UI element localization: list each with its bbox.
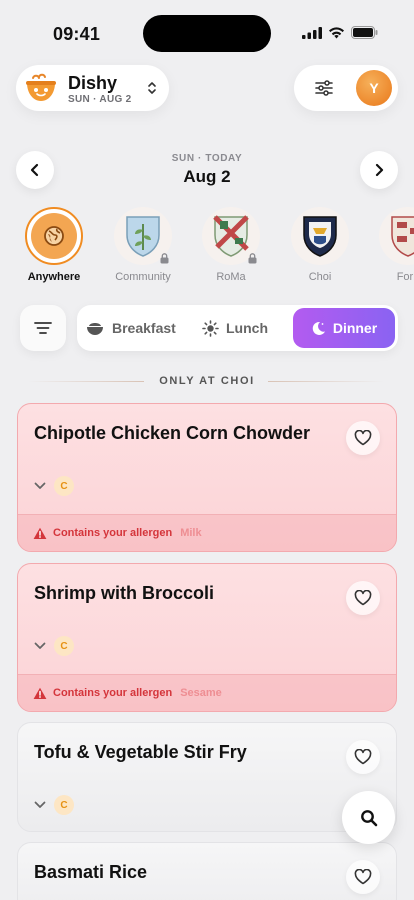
menu-lines-icon <box>34 322 52 334</box>
chevron-down-icon <box>34 482 46 489</box>
dish-card[interactable]: Shrimp with Broccoli C Contains your all… <box>17 563 397 712</box>
dish-card[interactable]: Basmati Rice <box>17 842 397 900</box>
location-label: Choi <box>308 271 332 283</box>
app-name: Dishy <box>68 73 118 93</box>
meal-tab-lunch[interactable]: Lunch <box>202 308 268 348</box>
choi-crest-icon <box>303 216 337 257</box>
meal-tab-breakfast[interactable]: Breakfast <box>85 308 176 348</box>
moon-icon <box>312 321 325 335</box>
lock-icon <box>248 253 257 264</box>
filter-button[interactable] <box>310 77 338 99</box>
cellular-signal-icon <box>302 26 322 39</box>
chevron-right-icon <box>375 163 384 177</box>
location-forbes[interactable]: Forb <box>370 207 414 283</box>
brand-date: SUN · AUG 2 <box>68 94 132 105</box>
dish-card[interactable]: Tofu & Vegetable Stir Fry C <box>17 722 397 832</box>
globe-icon <box>44 226 64 246</box>
search-button[interactable] <box>342 791 395 844</box>
location-label: Forb <box>396 271 414 283</box>
dish-card[interactable]: Chipotle Chicken Corn Chowder C Contains… <box>17 403 397 552</box>
current-date: Aug 2 <box>183 167 231 186</box>
chevron-down-icon <box>34 801 46 808</box>
meal-tab-label: Breakfast <box>112 320 176 336</box>
status-bar: 09:41 <box>0 0 414 62</box>
dynamic-island <box>143 15 271 52</box>
allergen-warning: Contains your allergen Sesame <box>18 674 396 711</box>
chevron-down-icon <box>34 642 46 649</box>
heart-icon <box>354 430 372 446</box>
wifi-icon <box>329 26 344 38</box>
allergen-name: Sesame <box>180 687 222 699</box>
warning-icon <box>33 687 47 699</box>
dish-name: Chipotle Chicken Corn Chowder <box>34 423 311 443</box>
favorite-button[interactable] <box>346 740 380 774</box>
app-switcher-button[interactable]: Dishy SUN · AUG 2 <box>16 65 169 111</box>
dish-name: Basmati Rice <box>34 862 148 882</box>
location-choi[interactable]: Choi <box>282 207 358 283</box>
forbes-crest-icon <box>391 216 414 257</box>
location-label: Community <box>115 271 171 283</box>
dishy-logo-icon <box>26 73 56 101</box>
heart-icon <box>354 869 372 885</box>
sliders-icon <box>315 80 333 96</box>
allergen-text: Contains your allergen <box>53 687 173 699</box>
expand-details[interactable]: C <box>34 636 74 656</box>
lock-icon <box>160 253 169 264</box>
warning-icon <box>33 527 47 539</box>
sun-icon <box>202 319 219 337</box>
allergen-name: Milk <box>180 527 202 539</box>
dining-hall-badge: C <box>54 636 74 656</box>
next-day-button[interactable] <box>360 151 398 189</box>
heart-icon <box>354 749 372 765</box>
battery-icon <box>351 26 378 39</box>
date-subtitle: SUN · TODAY <box>171 153 243 164</box>
location-label: Anywhere <box>27 271 81 283</box>
search-icon <box>360 809 377 826</box>
system-icons <box>302 26 378 39</box>
expand-details[interactable]: C <box>34 795 74 815</box>
allergen-text: Contains your allergen <box>53 527 173 539</box>
chevron-up-down-icon <box>148 82 156 94</box>
meal-selector: Breakfast Lunch Dinner <box>77 305 398 351</box>
menu-button[interactable] <box>20 305 66 351</box>
dish-name: Shrimp with Broccoli <box>34 583 215 603</box>
location-roma[interactable]: RoMa <box>193 207 269 283</box>
favorite-button[interactable] <box>346 421 380 455</box>
location-anywhere[interactable]: Anywhere <box>16 207 92 283</box>
location-community[interactable]: Community <box>105 207 181 283</box>
dish-name: Tofu & Vegetable Stir Fry <box>34 742 247 762</box>
dining-hall-badge: C <box>54 795 74 815</box>
header-actions: Y <box>294 65 398 111</box>
meal-tab-label: Lunch <box>226 320 268 336</box>
meal-tab-label: Dinner <box>332 320 378 336</box>
heart-icon <box>354 590 372 606</box>
allergen-warning: Contains your allergen Milk <box>18 514 396 551</box>
favorite-button[interactable] <box>346 581 380 615</box>
avatar[interactable]: Y <box>356 70 392 106</box>
section-divider <box>268 381 384 382</box>
community-crest-icon <box>126 216 160 257</box>
location-label: RoMa <box>216 271 246 283</box>
breakfast-bowl-icon <box>87 323 103 335</box>
expand-details[interactable]: C <box>34 476 74 496</box>
roma-crest-icon <box>213 215 249 257</box>
status-time: 09:41 <box>53 24 101 44</box>
favorite-button[interactable] <box>346 860 380 894</box>
dining-hall-badge: C <box>54 476 74 496</box>
meal-tab-dinner[interactable]: Dinner <box>293 308 395 348</box>
